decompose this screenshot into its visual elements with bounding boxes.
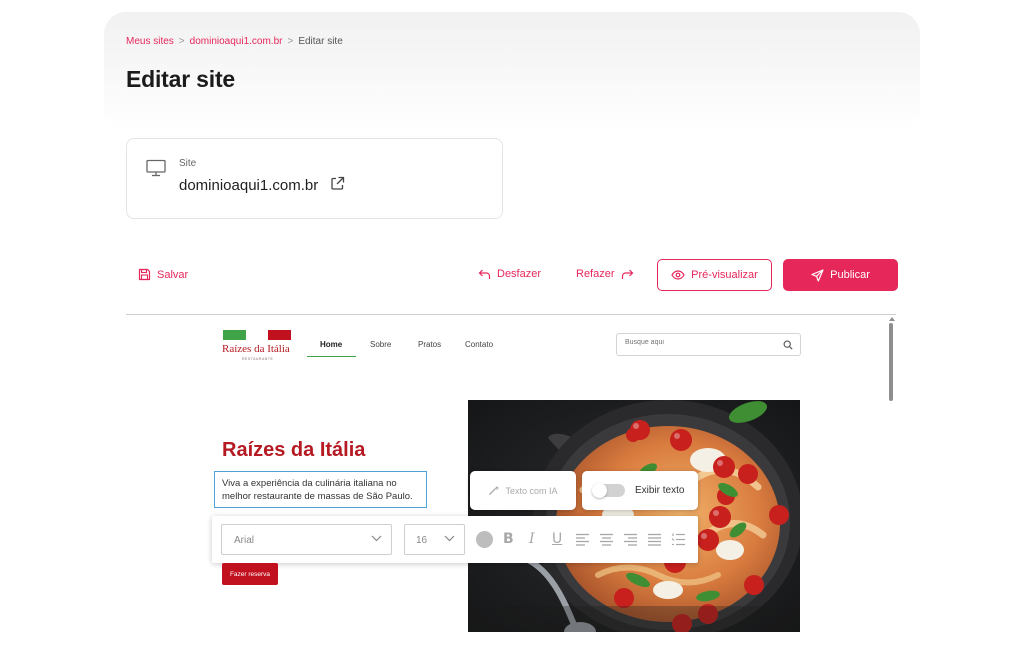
active-nav-underline <box>307 356 356 357</box>
logo-flag-red <box>268 330 291 340</box>
site-domain: dominioaqui1.com.br <box>179 177 319 194</box>
redo-button[interactable]: Refazer <box>576 268 634 280</box>
site-nav-contato[interactable]: Contato <box>465 340 493 349</box>
show-text-toggle[interactable] <box>592 483 625 498</box>
logo-name: Raízes da Itália <box>222 343 290 355</box>
site-search-input[interactable] <box>625 339 775 346</box>
ai-text-button[interactable]: Texto com IA <box>470 471 576 510</box>
breadcrumb: Meus sites > dominioaqui1.com.br > Edita… <box>126 36 343 47</box>
bold-icon[interactable]: B <box>503 530 514 548</box>
align-justify-icon[interactable] <box>647 533 662 546</box>
undo-button[interactable]: Desfazer <box>478 268 541 280</box>
publish-label: Publicar <box>830 269 870 281</box>
align-center-icon[interactable] <box>599 533 614 546</box>
text-color-picker[interactable] <box>476 531 493 548</box>
hero-title[interactable]: Raízes da Itália <box>222 439 365 462</box>
site-nav-pratos[interactable]: Pratos <box>418 340 441 349</box>
align-right-icon[interactable] <box>623 533 638 546</box>
align-left-icon[interactable] <box>575 533 590 546</box>
redo-label: Refazer <box>576 268 615 280</box>
font-family-select[interactable]: Arial <box>221 524 392 555</box>
site-nav-home[interactable]: Home <box>320 340 342 349</box>
undo-icon <box>478 269 491 279</box>
logo-flag-green <box>223 330 246 340</box>
font-size-value: 16 <box>416 535 428 546</box>
underline-icon[interactable]: U <box>552 530 562 548</box>
monitor-icon <box>146 159 166 177</box>
font-family-value: Arial <box>234 535 255 546</box>
undo-label: Desfazer <box>497 268 542 280</box>
italic-icon[interactable]: I <box>529 530 535 548</box>
publish-button[interactable]: Publicar <box>783 259 898 291</box>
breadcrumb-separator: > <box>287 36 294 47</box>
external-link-icon[interactable] <box>330 176 345 191</box>
breadcrumb-link-domain[interactable]: dominioaqui1.com.br <box>190 36 283 47</box>
site-card: Site dominioaqui1.com.br <box>126 138 503 219</box>
chevron-down-icon <box>444 535 455 542</box>
save-icon <box>138 268 151 281</box>
show-text-label: Exibir texto <box>635 485 685 496</box>
preview-label: Pré-visualizar <box>691 269 758 281</box>
site-logo[interactable]: Raízes da Itália RESTAURANTE <box>222 330 294 364</box>
eye-icon <box>671 270 685 280</box>
font-size-select[interactable]: 16 <box>404 524 465 555</box>
site-label: Site <box>179 158 197 169</box>
hero-text-selected[interactable]: Viva a experiência da culinária italiana… <box>214 471 427 508</box>
preview-button[interactable]: Pré-visualizar <box>657 259 772 291</box>
scroll-up-arrow-icon[interactable] <box>888 316 896 322</box>
breadcrumb-current: Editar site <box>298 36 343 47</box>
reserve-button[interactable]: Fazer reserva <box>222 563 278 585</box>
search-icon[interactable] <box>783 340 793 350</box>
site-nav-sobre[interactable]: Sobre <box>370 340 391 349</box>
save-label: Salvar <box>157 268 189 281</box>
text-format-toolbar: Arial 16 B I U <box>212 516 698 563</box>
editor-divider <box>126 314 896 315</box>
chevron-down-icon <box>371 535 382 542</box>
redo-icon <box>621 269 633 279</box>
scrollbar-thumb[interactable] <box>889 323 893 401</box>
ai-text-label: Texto com IA <box>505 485 558 496</box>
show-text-control: Exibir texto <box>582 471 698 510</box>
breadcrumb-link-my-sites[interactable]: Meus sites <box>126 36 174 47</box>
save-button[interactable]: Salvar <box>138 268 188 281</box>
page-title: Editar site <box>126 66 236 92</box>
numbered-list-icon[interactable] <box>671 533 686 546</box>
send-icon <box>811 268 824 282</box>
logo-tagline: RESTAURANTE <box>242 357 274 361</box>
breadcrumb-separator: > <box>178 36 185 47</box>
site-search <box>616 333 801 356</box>
magic-wand-icon <box>489 486 500 495</box>
